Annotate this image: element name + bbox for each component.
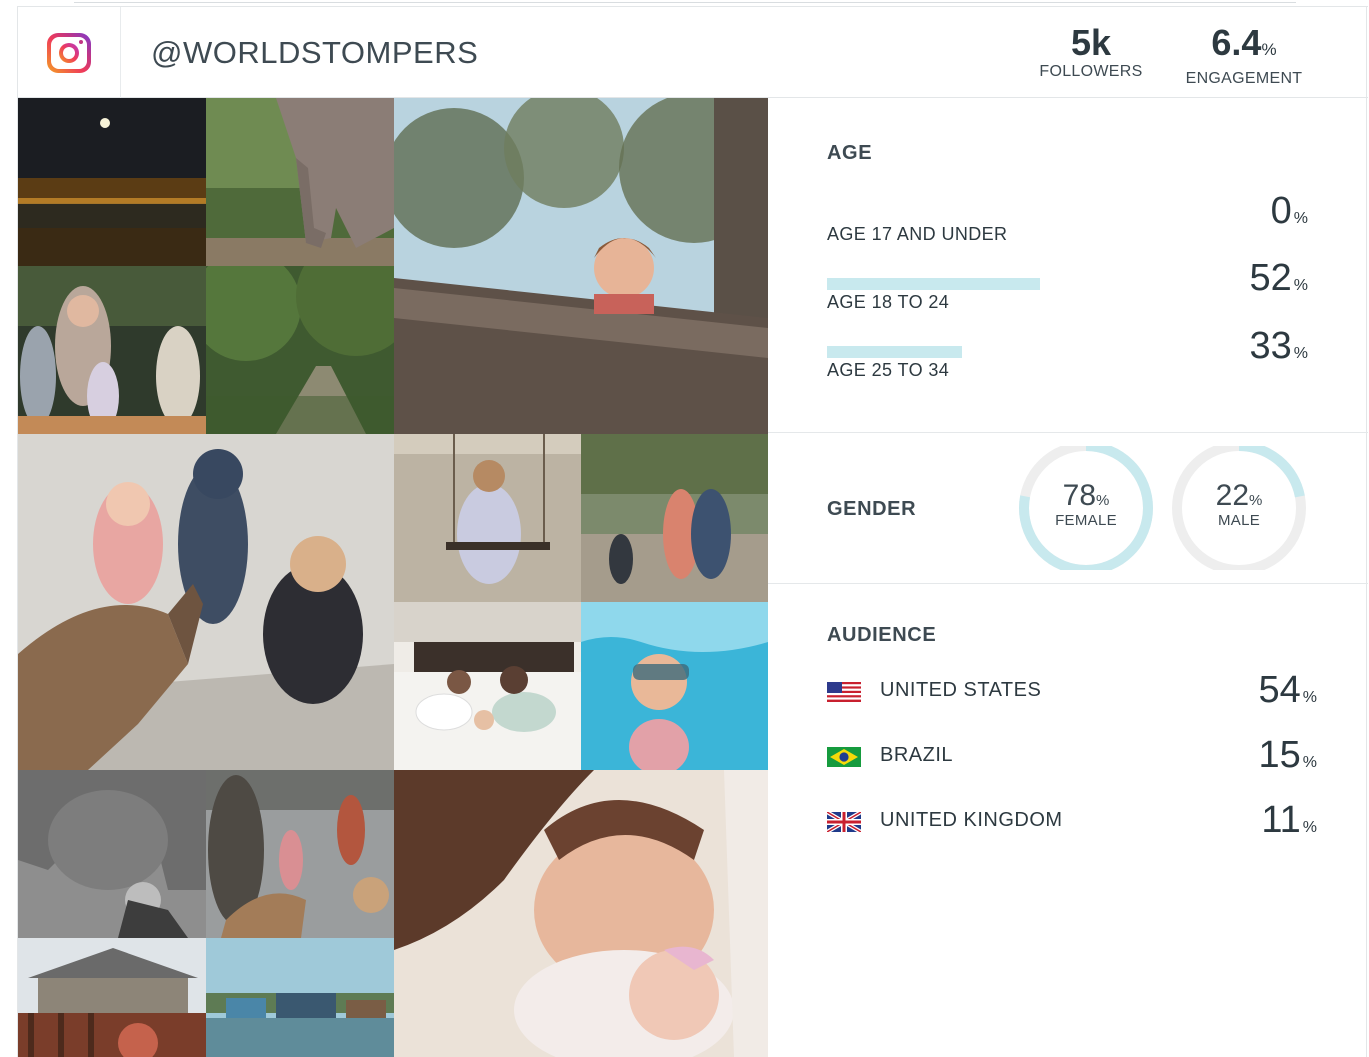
instagram-icon[interactable]	[47, 32, 91, 73]
photo-elephant-bw[interactable]	[18, 770, 206, 938]
photo-family-bed[interactable]	[394, 602, 581, 770]
photo-gallery	[18, 98, 768, 1057]
photo-pool-snorkel[interactable]	[581, 602, 768, 770]
photo-floating-village[interactable]	[206, 938, 394, 1057]
uk-flag-icon	[827, 812, 861, 832]
age-title: AGE	[827, 142, 873, 164]
age-25-34-label: AGE 25 TO 34	[827, 360, 950, 380]
brazil-flag-icon	[827, 747, 861, 767]
engagement-rate: 6.4%	[1211, 22, 1277, 63]
country-name: BRAZIL	[880, 744, 954, 766]
photo-elephant-trunk[interactable]	[206, 98, 394, 266]
gender-title: GENDER	[827, 498, 917, 520]
photo-mother-baby[interactable]	[394, 770, 768, 1057]
engagement-label: ENGAGEMENT	[1185, 70, 1303, 87]
audience-panel: AGE 0% AGE 17 AND UNDER 52% AGE 18 TO 24…	[768, 98, 1368, 1057]
profile-header: @WORLDSTOMPERS 5k FOLLOWERS 6.4% ENGAGEM…	[18, 6, 1368, 98]
platform-cell	[18, 7, 121, 98]
section-divider	[768, 583, 1368, 584]
country-name: UNITED STATES	[880, 679, 1042, 701]
photo-kids-deer[interactable]	[18, 434, 394, 770]
photo-night-lake[interactable]	[18, 98, 206, 266]
followers-label: FOLLOWERS	[1039, 63, 1143, 80]
female-label: FEMALE	[1055, 512, 1117, 529]
male-label: MALE	[1217, 512, 1261, 529]
age-17-value: 0%	[1270, 190, 1308, 232]
country-percent: 54%	[1258, 669, 1317, 711]
country-name: UNITED KINGDOM	[880, 809, 1063, 831]
photo-crowd-deer[interactable]	[206, 770, 394, 938]
photo-temple[interactable]	[18, 938, 206, 1057]
country-percent: 11%	[1261, 799, 1317, 841]
engagement-stat: 6.4% ENGAGEMENT	[1180, 23, 1308, 88]
photo-child-waving[interactable]	[394, 98, 768, 434]
age-25-34-bar	[827, 346, 962, 358]
us-flag-icon	[827, 682, 861, 702]
profile-handle[interactable]: @WORLDSTOMPERS	[151, 35, 478, 71]
male-donut: 22% MALE	[1169, 446, 1309, 570]
audience-row-uk: UNITED KINGDOM 11%	[827, 798, 1317, 844]
photo-girls-park[interactable]	[581, 434, 768, 602]
audience-title: AUDIENCE	[827, 624, 937, 646]
age-18-24-value: 52%	[1249, 257, 1308, 299]
top-divider	[74, 0, 1296, 3]
influencer-card: @WORLDSTOMPERS 5k FOLLOWERS 6.4% ENGAGEM…	[17, 6, 1368, 1057]
age-18-24-label: AGE 18 TO 24	[827, 292, 950, 312]
age-18-24-bar	[827, 278, 1040, 290]
age-25-34-value: 33%	[1249, 325, 1308, 367]
followers-count: 5k	[1070, 22, 1112, 63]
photo-forest-path[interactable]	[206, 266, 394, 434]
photo-girl-swing[interactable]	[394, 434, 581, 602]
audience-row-brazil: BRAZIL 15%	[827, 733, 1317, 779]
photo-family-candles[interactable]	[18, 266, 206, 434]
female-donut: 78% FEMALE	[1016, 446, 1156, 570]
followers-stat: 5k FOLLOWERS	[1036, 23, 1146, 81]
section-divider	[768, 432, 1368, 433]
audience-row-us: UNITED STATES 54%	[827, 668, 1317, 714]
country-percent: 15%	[1258, 734, 1317, 776]
age-17-label: AGE 17 AND UNDER	[827, 224, 1008, 244]
